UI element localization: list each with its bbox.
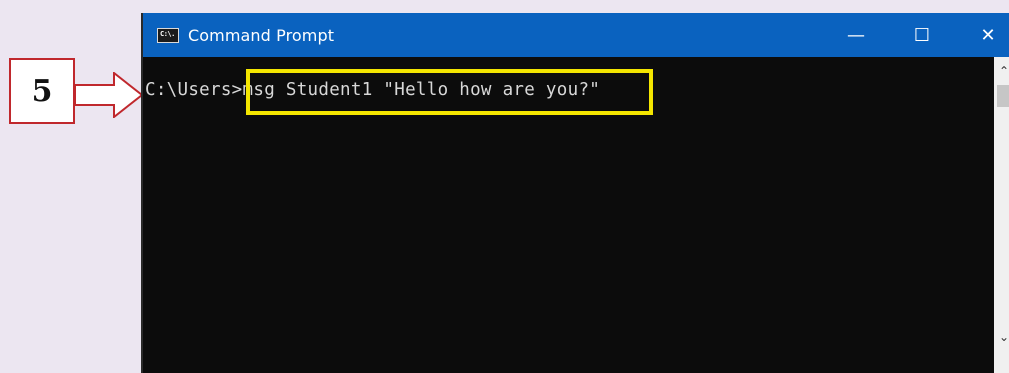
command-highlight-box xyxy=(246,69,653,115)
chevron-down-icon: ⌄ xyxy=(998,330,1009,344)
cmd-app-icon-glyph: C:\. xyxy=(160,29,175,38)
title-bar[interactable]: C:\. Command Prompt — ☐ ✕ xyxy=(143,13,1009,57)
maximize-button[interactable]: ☐ xyxy=(889,13,955,57)
command-prompt-window: C:\. Command Prompt — ☐ ✕ C:\Users>msg S… xyxy=(141,13,1009,373)
console-prompt: C:\Users> xyxy=(145,80,243,100)
maximize-icon: ☐ xyxy=(913,24,931,46)
scroll-up-button[interactable]: ⌃ xyxy=(994,61,1009,81)
chevron-up-icon: ⌃ xyxy=(998,64,1009,78)
scrollbar-thumb[interactable] xyxy=(997,85,1009,107)
close-button[interactable]: ✕ xyxy=(955,13,1009,57)
step-number-label: 5 xyxy=(9,58,75,124)
minimize-button[interactable]: — xyxy=(823,13,889,57)
vertical-scrollbar[interactable]: ⌃ ⌄ xyxy=(994,57,1009,373)
minimize-icon: — xyxy=(847,24,865,46)
step-number-text: 5 xyxy=(31,73,53,109)
cmd-app-icon[interactable]: C:\. xyxy=(157,27,179,43)
window-controls: — ☐ ✕ xyxy=(823,13,1009,57)
console-output[interactable]: C:\Users>msg Student1 "Hello how are you… xyxy=(143,57,994,373)
close-icon: ✕ xyxy=(980,24,996,46)
scroll-down-button[interactable]: ⌄ xyxy=(994,327,1009,347)
window-title: Command Prompt xyxy=(188,25,335,45)
callout-arrow-icon xyxy=(74,72,144,118)
